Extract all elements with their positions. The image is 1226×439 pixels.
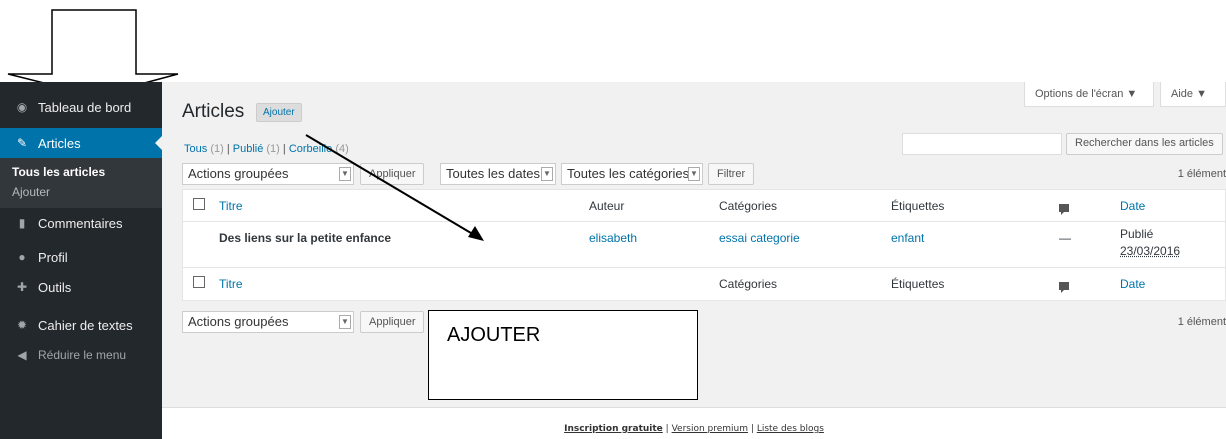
dashboard-icon: ◉ [16, 100, 28, 114]
column-date[interactable]: Date [1120, 199, 1145, 213]
sidebar-item-label: Tableau de bord [38, 99, 132, 115]
sidebar-item-label: Outils [38, 279, 72, 295]
filter-all-link[interactable]: Tous [184, 143, 207, 155]
item-count-top: 1 élément [1177, 168, 1226, 180]
filter-published-link[interactable]: Publié [233, 143, 264, 155]
post-comments: — [1059, 231, 1071, 245]
chevron-down-icon: ▼ [541, 167, 553, 181]
sidebar-item-tools[interactable]: ✚ Outils [0, 272, 162, 302]
separator: | [226, 143, 230, 155]
post-title-link[interactable]: Des liens sur la petite enfance [219, 231, 391, 245]
column-author: Auteur [589, 199, 625, 213]
sidebar-item-label: Profil [38, 249, 68, 265]
category-filter-value: Toutes les catégories [567, 166, 690, 181]
item-count-bottom: 1 élément [1177, 316, 1226, 328]
page-footer: Inscription gratuite | Version premium |… [162, 407, 1226, 439]
apply-button-top[interactable]: Appliquer [360, 163, 425, 185]
separator: | [665, 424, 669, 434]
category-filter-select[interactable]: Toutes les catégories ▼ [561, 163, 703, 185]
chevron-down-icon: ▼ [688, 167, 700, 181]
sidebar-item-comments[interactable]: ▮ Commentaires [0, 208, 162, 238]
post-category-link[interactable]: essai categorie [719, 231, 800, 245]
page-title: Articles [182, 101, 245, 122]
gear-icon: ✹ [16, 318, 28, 332]
screen-options-button[interactable]: Options de l'écran ▼ [1024, 82, 1154, 107]
select-all-checkbox-bottom[interactable] [193, 276, 205, 288]
sidebar-item-articles[interactable]: ✎ Articles [0, 128, 162, 158]
filter-trash-link[interactable]: Corbeille [289, 143, 332, 155]
bulk-actions-value: Actions groupées [188, 314, 289, 329]
wrench-icon: ✚ [16, 280, 28, 294]
chevron-down-icon: ▼ [339, 167, 351, 181]
chevron-down-icon: ▼ [339, 315, 351, 329]
footer-premium-link[interactable]: Version premium [672, 424, 748, 434]
bulk-actions-select-bottom[interactable]: Actions groupées ▼ [182, 311, 354, 333]
collapse-menu-button[interactable]: ◀ Réduire le menu [0, 340, 162, 370]
comment-icon: ▮ [18, 216, 26, 230]
column-title-bottom[interactable]: Titre [219, 277, 243, 291]
table-footer-row: Titre Catégories Étiquettes Date [183, 268, 1225, 300]
footer-blogs-link[interactable]: Liste des blogs [757, 424, 824, 434]
sidebar-item-label: Commentaires [38, 215, 123, 231]
comments-column-icon[interactable] [1059, 201, 1069, 215]
sidebar-item-textbook[interactable]: ✹ Cahier de textes [0, 310, 162, 340]
admin-sidebar: ◉ Tableau de bord ✎ Articles Tous les ar… [0, 82, 162, 439]
post-status: Publié [1120, 227, 1154, 241]
column-categories-bottom: Catégories [719, 277, 778, 291]
separator: | [282, 143, 286, 155]
help-button[interactable]: Aide ▼ [1160, 82, 1226, 107]
table-row: Des liens sur la petite enfance elisabet… [183, 222, 1225, 268]
filter-all-count: (1) [210, 143, 224, 155]
post-date: 23/03/2016 [1120, 244, 1181, 258]
submenu-add[interactable]: Ajouter [0, 182, 162, 202]
articles-submenu: Tous les articles Ajouter [0, 158, 162, 208]
sidebar-item-dashboard[interactable]: ◉ Tableau de bord [0, 92, 162, 122]
date-filter-select[interactable]: Toutes les dates ▼ [440, 163, 556, 185]
filter-button[interactable]: Filtrer [708, 163, 755, 185]
bulk-actions-select-top[interactable]: Actions groupées ▼ [182, 163, 354, 185]
table-header-row: Titre Auteur Catégories Étiquettes Date [183, 190, 1225, 222]
post-tag-link[interactable]: enfant [891, 231, 924, 245]
posts-table: Titre Auteur Catégories Étiquettes Date … [182, 189, 1226, 301]
select-all-checkbox[interactable] [193, 198, 205, 210]
apply-button-bottom[interactable]: Appliquer [360, 311, 425, 333]
annotation-box: AJOUTER [428, 310, 698, 400]
column-tags: Étiquettes [891, 199, 945, 213]
user-icon: ● [18, 250, 26, 264]
filter-published-count: (1) [266, 143, 280, 155]
column-categories: Catégories [719, 199, 778, 213]
filter-trash-count: (4) [335, 143, 349, 155]
add-new-button[interactable]: Ajouter [256, 103, 302, 122]
sidebar-item-profile[interactable]: ● Profil [0, 242, 162, 272]
annotation-label: AJOUTER [447, 324, 541, 346]
pin-icon: ✎ [16, 136, 28, 150]
search-button[interactable]: Rechercher dans les articles [1066, 133, 1223, 155]
footer-signup-link[interactable]: Inscription gratuite [564, 424, 663, 434]
date-filter-value: Toutes les dates [446, 166, 540, 181]
column-title[interactable]: Titre [219, 199, 243, 213]
status-filter-links: Tous (1) | Publié (1) | Corbeille (4) [184, 143, 349, 155]
submenu-all-articles[interactable]: Tous les articles [0, 162, 162, 182]
sidebar-item-label: Cahier de textes [38, 317, 133, 333]
separator: | [750, 424, 754, 434]
bulk-actions-value: Actions groupées [188, 166, 289, 181]
sidebar-item-label: Articles [38, 135, 81, 151]
column-tags-bottom: Étiquettes [891, 277, 945, 291]
collapse-icon: ◀ [17, 348, 27, 362]
post-author-link[interactable]: elisabeth [589, 231, 637, 245]
comments-column-icon[interactable] [1059, 279, 1069, 293]
sidebar-item-label: Réduire le menu [38, 348, 127, 362]
search-input[interactable] [902, 133, 1062, 155]
column-date-bottom[interactable]: Date [1120, 277, 1145, 291]
